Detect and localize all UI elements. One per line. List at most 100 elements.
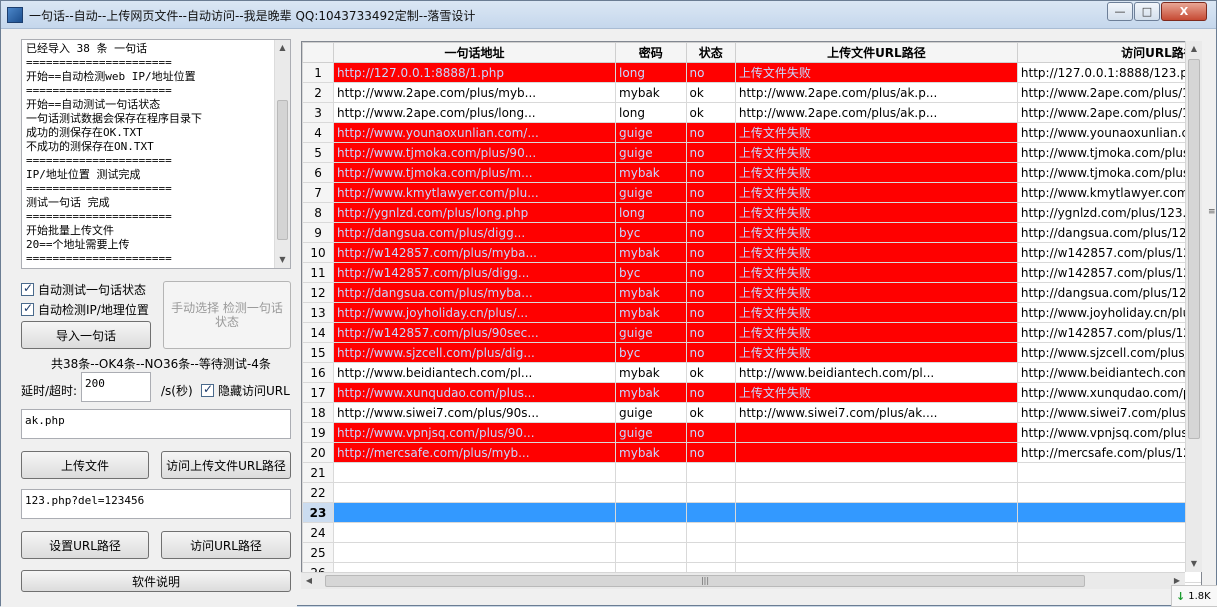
table-row[interactable]: 4 http://www.younaoxunlian.com/... guige no…: [302, 122, 1201, 143]
cell-addr[interactable]: http://w142857.com/plus/90sec...: [333, 322, 617, 343]
table-row[interactable]: 1 http://127.0.0.1:8888/1.php long no 上传文件失败…: [302, 62, 1201, 83]
cell-upload[interactable]: [734, 442, 1018, 463]
row-number[interactable]: 24: [302, 522, 335, 543]
row-number[interactable]: 12: [302, 282, 335, 303]
cell-visit[interactable]: http://www.2ape.com/plus/123....: [1016, 82, 1201, 103]
cell-visit[interactable]: [1016, 482, 1201, 503]
cell-pwd[interactable]: long: [615, 202, 687, 223]
grid-hscroll-thumb[interactable]: |||: [325, 575, 1085, 587]
hide-url-checkbox[interactable]: 隐藏访问URL: [201, 382, 290, 399]
cell-addr[interactable]: [333, 542, 617, 563]
cell-pwd[interactable]: guige: [615, 182, 687, 203]
table-row[interactable]: 18 http://www.siwei7.com/plus/90s... guige…: [302, 402, 1201, 423]
cell-upload[interactable]: [734, 502, 1018, 523]
cell-pwd[interactable]: guige: [615, 122, 687, 143]
table-row[interactable]: 14 http://w142857.com/plus/90sec... guige n…: [302, 322, 1201, 343]
cell-pwd[interactable]: [615, 482, 687, 503]
table-row[interactable]: 20 http://mercsafe.com/plus/myb... mybak no…: [302, 442, 1201, 463]
cell-pwd[interactable]: mybak: [615, 82, 687, 103]
table-row[interactable]: 16 http://www.beidiantech.com/pl... mybak o…: [302, 362, 1201, 383]
table-row[interactable]: 19 http://www.vpnjsq.com/plus/90... guige n…: [302, 422, 1201, 443]
cell-addr[interactable]: http://www.younaoxunlian.com/...: [333, 122, 617, 143]
upload-file-input[interactable]: ak.php: [21, 409, 291, 439]
cell-upload[interactable]: 上传文件失败: [734, 182, 1018, 203]
cell-upload[interactable]: 上传文件失败: [734, 262, 1018, 283]
cell-upload[interactable]: 上传文件失败: [734, 122, 1018, 143]
row-number[interactable]: 1: [302, 62, 335, 83]
cell-upload[interactable]: 上传文件失败: [734, 302, 1018, 323]
cell-upload[interactable]: [734, 522, 1018, 543]
grid-vertical-scrollbar[interactable]: ▲ ▼: [1185, 41, 1202, 572]
manual-select-button[interactable]: 手动选择 检测一句话 状态: [163, 281, 291, 349]
row-number[interactable]: 23: [302, 502, 335, 523]
log-scroll-thumb[interactable]: [277, 100, 288, 240]
about-button[interactable]: 软件说明: [21, 570, 291, 592]
cell-status[interactable]: no: [685, 422, 736, 443]
row-number[interactable]: 8: [302, 202, 335, 223]
cell-pwd[interactable]: long: [615, 62, 687, 83]
cell-pwd[interactable]: mybak: [615, 302, 687, 323]
cell-addr[interactable]: [333, 502, 617, 523]
cell-visit[interactable]: http://www.tjmoka.com/plus/12...: [1016, 162, 1201, 183]
cell-visit[interactable]: http://www.vpnjsq.com/plus/12...: [1016, 422, 1201, 443]
table-row[interactable]: 23: [302, 502, 1201, 523]
table-row[interactable]: 6 http://www.tjmoka.com/plus/m... mybak no 上…: [302, 162, 1201, 183]
cell-addr[interactable]: http://www.tjmoka.com/plus/90...: [333, 142, 617, 163]
cell-status[interactable]: no: [685, 442, 736, 463]
cell-status[interactable]: no: [685, 62, 736, 83]
title-bar[interactable]: 一句话--自动--上传网页文件--自动访问--我是晚辈 QQ:104373349…: [1, 1, 1216, 29]
cell-pwd[interactable]: [615, 502, 687, 523]
checkbox-box[interactable]: [21, 301, 34, 316]
delay-input[interactable]: 200: [81, 372, 151, 402]
cell-upload[interactable]: 上传文件失败: [734, 202, 1018, 223]
row-number[interactable]: 14: [302, 322, 335, 343]
splitter-grip-icon[interactable]: ≡: [1208, 207, 1216, 217]
cell-pwd[interactable]: guige: [615, 422, 687, 443]
cell-visit[interactable]: [1016, 462, 1201, 483]
visit-url-button[interactable]: 访问URL路径: [161, 531, 291, 559]
cell-addr[interactable]: http://www.vpnjsq.com/plus/90...: [333, 422, 617, 443]
row-number[interactable]: 18: [302, 402, 335, 423]
row-number[interactable]: 22: [302, 482, 335, 503]
cell-pwd[interactable]: mybak: [615, 242, 687, 263]
cell-status[interactable]: no: [685, 222, 736, 243]
cell-addr[interactable]: http://127.0.0.1:8888/1.php: [333, 62, 617, 83]
cell-upload[interactable]: 上传文件失败: [734, 222, 1018, 243]
cell-visit[interactable]: http://www.beidiantech.com/pl...: [1016, 362, 1201, 383]
cell-visit[interactable]: http://www.kmytlawyer.com/plu...: [1016, 182, 1201, 203]
scroll-left-icon[interactable]: ◀: [301, 573, 317, 589]
cell-visit[interactable]: [1016, 522, 1201, 543]
cell-status[interactable]: [685, 522, 736, 543]
cell-upload[interactable]: http://www.2ape.com/plus/ak.p...: [734, 102, 1018, 123]
row-number[interactable]: 19: [302, 422, 335, 443]
cell-addr[interactable]: http://www.sjzcell.com/plus/dig...: [333, 342, 617, 363]
column-header[interactable]: 一句话地址: [333, 42, 617, 63]
cell-visit[interactable]: [1016, 502, 1201, 523]
cell-addr[interactable]: http://www.siwei7.com/plus/90s...: [333, 402, 617, 423]
column-header[interactable]: 上传文件URL路径: [734, 42, 1018, 63]
cell-addr[interactable]: http://www.beidiantech.com/pl...: [333, 362, 617, 383]
cell-visit[interactable]: [1016, 542, 1201, 563]
column-header[interactable]: [302, 42, 335, 63]
cell-pwd[interactable]: [615, 462, 687, 483]
row-number[interactable]: 17: [302, 382, 335, 403]
cell-addr[interactable]: [333, 482, 617, 503]
row-number[interactable]: 10: [302, 242, 335, 263]
column-header[interactable]: 密码: [615, 42, 687, 63]
row-number[interactable]: 9: [302, 222, 335, 243]
cell-pwd[interactable]: mybak: [615, 442, 687, 463]
cell-status[interactable]: no: [685, 162, 736, 183]
cell-upload[interactable]: http://www.2ape.com/plus/ak.p...: [734, 82, 1018, 103]
cell-status[interactable]: [685, 542, 736, 563]
auto-test-checkbox[interactable]: 自动测试一句话状态: [21, 281, 146, 298]
cell-upload[interactable]: 上传文件失败: [734, 322, 1018, 343]
cell-upload[interactable]: [734, 422, 1018, 443]
row-number[interactable]: 4: [302, 122, 335, 143]
cell-addr[interactable]: [333, 522, 617, 543]
cell-upload[interactable]: 上传文件失败: [734, 382, 1018, 403]
cell-status[interactable]: no: [685, 322, 736, 343]
cell-addr[interactable]: http://www.2ape.com/plus/myb...: [333, 82, 617, 103]
cell-visit[interactable]: http://www.joyholiday.cn/plus/1...: [1016, 302, 1201, 323]
upload-file-button[interactable]: 上传文件: [21, 451, 149, 479]
cell-pwd[interactable]: byc: [615, 262, 687, 283]
